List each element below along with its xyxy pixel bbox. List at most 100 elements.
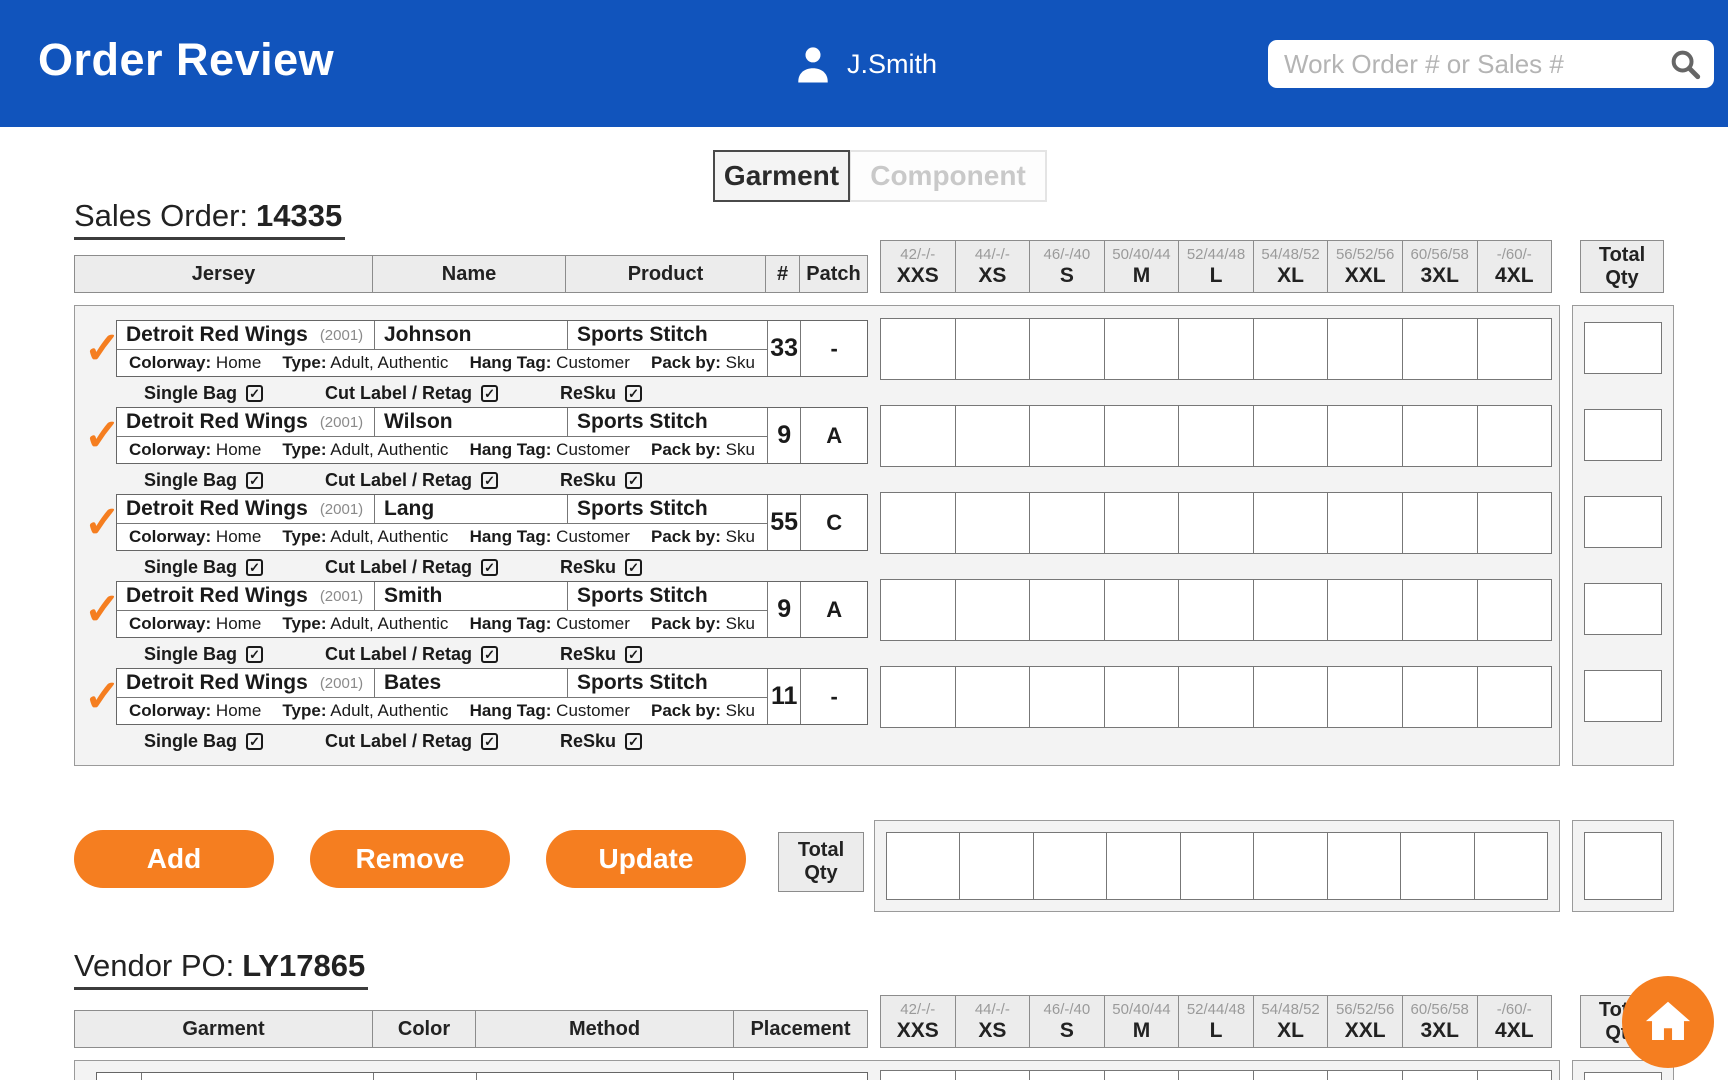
checkbox-checked-icon[interactable] — [481, 385, 498, 402]
qty-cell[interactable] — [1030, 406, 1105, 466]
row-selected-check-icon[interactable] — [84, 494, 118, 551]
qty-cell[interactable] — [1107, 833, 1180, 899]
qty-cell[interactable] — [1105, 493, 1180, 553]
qty-cell[interactable] — [1328, 493, 1403, 553]
search-icon[interactable] — [1668, 47, 1702, 81]
search-input[interactable] — [1284, 49, 1668, 80]
qty-cell[interactable] — [1105, 406, 1180, 466]
qty-cell[interactable] — [1403, 667, 1478, 727]
row-total-qty-cell[interactable] — [1584, 583, 1662, 635]
qty-cell[interactable] — [1478, 1071, 1552, 1080]
qty-cell[interactable] — [1179, 406, 1254, 466]
checkbox-checked-icon[interactable] — [246, 559, 263, 576]
qty-cell[interactable] — [1030, 493, 1105, 553]
qty-cell[interactable] — [881, 319, 956, 379]
qty-cell[interactable] — [1254, 406, 1329, 466]
qty-cell[interactable] — [1105, 319, 1180, 379]
row-selected-check-icon[interactable] — [84, 320, 118, 377]
add-button[interactable]: Add — [74, 830, 274, 888]
qty-cell[interactable] — [1254, 667, 1329, 727]
checkbox-checked-icon[interactable] — [625, 385, 642, 402]
qty-cell[interactable] — [1179, 580, 1254, 640]
update-button[interactable]: Update — [546, 830, 746, 888]
row-total-qty-cell[interactable] — [1584, 322, 1662, 374]
qty-cell[interactable] — [887, 833, 960, 899]
qty-cell[interactable] — [1179, 493, 1254, 553]
qty-cell[interactable] — [1030, 580, 1105, 640]
qty-cell[interactable] — [1030, 1071, 1105, 1080]
qty-cell[interactable] — [1179, 319, 1254, 379]
vendor-row-select-cell[interactable] — [97, 1073, 141, 1080]
qty-cell[interactable] — [1475, 833, 1547, 899]
qty-cell[interactable] — [1254, 319, 1329, 379]
checkbox-checked-icon[interactable] — [246, 646, 263, 663]
qty-cell[interactable] — [1254, 493, 1329, 553]
qty-cell[interactable] — [956, 1071, 1031, 1080]
qty-cell[interactable] — [1403, 1071, 1478, 1080]
checkbox-checked-icon[interactable] — [246, 472, 263, 489]
checkbox-checked-icon[interactable] — [246, 733, 263, 750]
qty-cell[interactable] — [1254, 833, 1327, 899]
checkbox-checked-icon[interactable] — [246, 385, 263, 402]
order-row[interactable]: Detroit Red Wings(2001) Wilson Sports St… — [116, 407, 868, 464]
order-row[interactable]: Detroit Red Wings(2001) Lang Sports Stit… — [116, 494, 868, 551]
qty-cell[interactable] — [956, 319, 1031, 379]
qty-cell[interactable] — [1403, 580, 1478, 640]
row-total-qty-cell[interactable] — [1584, 409, 1662, 461]
order-row[interactable]: Detroit Red Wings(2001) Smith Sports Sti… — [116, 581, 868, 638]
home-button[interactable] — [1622, 976, 1714, 1068]
qty-cell[interactable] — [1403, 406, 1478, 466]
qty-cell[interactable] — [881, 1071, 956, 1080]
qty-cell[interactable] — [1030, 319, 1105, 379]
qty-cell[interactable] — [1030, 667, 1105, 727]
checkbox-checked-icon[interactable] — [625, 472, 642, 489]
qty-cell[interactable] — [1034, 833, 1107, 899]
qty-cell[interactable] — [881, 667, 956, 727]
qty-cell[interactable] — [1478, 667, 1552, 727]
checkbox-checked-icon[interactable] — [625, 559, 642, 576]
qty-cell[interactable] — [1105, 1071, 1180, 1080]
qty-cell[interactable] — [956, 493, 1031, 553]
checkbox-checked-icon[interactable] — [481, 646, 498, 663]
vendor-row[interactable]: Short Sleeve Tee Royal Sublimated Twill … — [96, 1072, 868, 1080]
checkbox-checked-icon[interactable] — [481, 733, 498, 750]
row-total-qty-cell[interactable] — [1584, 670, 1662, 722]
row-selected-check-icon[interactable] — [84, 668, 118, 725]
qty-cell[interactable] — [1254, 1071, 1329, 1080]
qty-cell[interactable] — [1328, 833, 1401, 899]
qty-cell[interactable] — [1181, 833, 1254, 899]
qty-cell[interactable] — [1478, 406, 1552, 466]
remove-button[interactable]: Remove — [310, 830, 510, 888]
qty-cell[interactable] — [881, 580, 956, 640]
qty-cell[interactable] — [1328, 667, 1403, 727]
qty-cell[interactable] — [1328, 1071, 1403, 1080]
checkbox-checked-icon[interactable] — [481, 472, 498, 489]
row-total-qty-cell[interactable] — [1584, 1072, 1662, 1080]
user-box[interactable]: J.Smith — [792, 38, 937, 90]
grand-total-qty-cell[interactable] — [1584, 832, 1662, 900]
qty-cell[interactable] — [1403, 319, 1478, 379]
qty-cell[interactable] — [960, 833, 1033, 899]
row-total-qty-cell[interactable] — [1584, 496, 1662, 548]
row-selected-check-icon[interactable] — [84, 581, 118, 638]
qty-cell[interactable] — [1328, 319, 1403, 379]
qty-cell[interactable] — [1328, 580, 1403, 640]
qty-cell[interactable] — [1403, 493, 1478, 553]
qty-cell[interactable] — [1105, 667, 1180, 727]
qty-cell[interactable] — [1401, 833, 1474, 899]
tab-component[interactable]: Component — [849, 150, 1047, 202]
qty-cell[interactable] — [1105, 580, 1180, 640]
qty-cell[interactable] — [1179, 1071, 1254, 1080]
qty-cell[interactable] — [1478, 319, 1552, 379]
qty-cell[interactable] — [1254, 580, 1329, 640]
checkbox-checked-icon[interactable] — [625, 646, 642, 663]
qty-cell[interactable] — [956, 406, 1031, 466]
qty-cell[interactable] — [1179, 667, 1254, 727]
order-row[interactable]: Detroit Red Wings(2001) Johnson Sports S… — [116, 320, 868, 377]
qty-cell[interactable] — [881, 493, 956, 553]
checkbox-checked-icon[interactable] — [625, 733, 642, 750]
qty-cell[interactable] — [1478, 580, 1552, 640]
qty-cell[interactable] — [956, 580, 1031, 640]
qty-cell[interactable] — [956, 667, 1031, 727]
qty-cell[interactable] — [1478, 493, 1552, 553]
